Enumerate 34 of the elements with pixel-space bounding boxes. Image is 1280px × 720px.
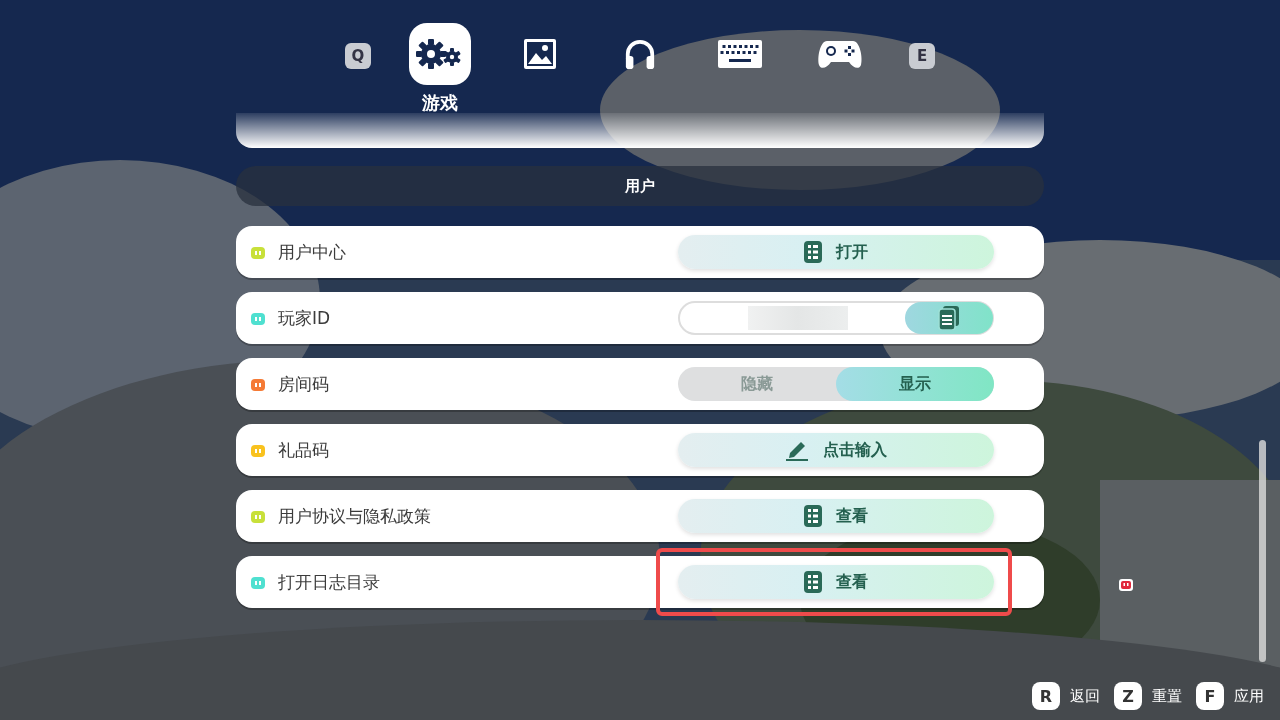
key-hint[interactable]: R <box>1032 682 1060 710</box>
hint-label: 返回 <box>1070 686 1100 706</box>
action-button[interactable]: 点击输入 <box>678 433 994 467</box>
scrollbar[interactable] <box>1259 440 1266 662</box>
gamepad-icon <box>817 38 863 70</box>
setting-label: 打开日志目录 <box>278 570 380 594</box>
section-header: 用户 <box>236 166 1044 206</box>
list-icon <box>804 241 822 263</box>
copy-button[interactable] <box>905 302 993 334</box>
setting-label: 用户中心 <box>278 240 346 264</box>
setting-label: 礼品码 <box>278 438 329 462</box>
key-hint[interactable]: F <box>1196 682 1224 710</box>
list-icon <box>804 571 822 593</box>
image-icon <box>523 38 557 70</box>
action-button[interactable]: 查看 <box>678 499 994 533</box>
headphones-icon <box>623 38 657 70</box>
setting-label: 用户协议与隐私政策 <box>278 504 431 528</box>
hint-label: 应用 <box>1234 686 1264 706</box>
next-tab-key[interactable]: E <box>909 43 935 69</box>
hint-label: 重置 <box>1152 686 1182 706</box>
setting-label: 房间码 <box>278 372 329 396</box>
gears-tab[interactable] <box>409 23 471 85</box>
key-hint[interactable]: Z <box>1114 682 1142 710</box>
copy-icon <box>938 306 960 330</box>
action-button[interactable]: 查看 <box>678 565 994 599</box>
toggle-option[interactable]: 显示 <box>836 367 994 401</box>
pencil-icon <box>785 439 809 461</box>
keyboard-icon <box>717 38 763 70</box>
action-button[interactable]: 打开 <box>678 235 994 269</box>
previous-tab-key[interactable]: Q <box>345 43 371 69</box>
list-icon <box>804 505 822 527</box>
tab-label: 游戏 <box>422 91 458 115</box>
mascot-icon <box>1118 577 1134 593</box>
setting-label: 玩家ID <box>278 306 331 330</box>
